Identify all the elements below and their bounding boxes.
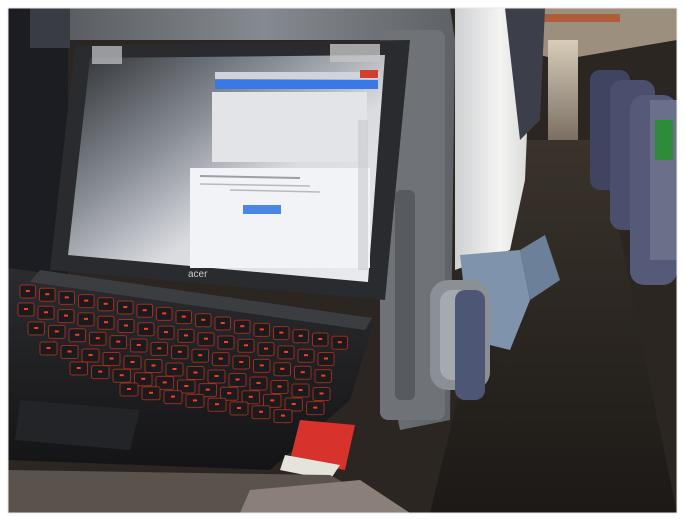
key-glyph-glow xyxy=(130,361,135,363)
key-glyph-glow xyxy=(193,399,197,402)
key-glyph-glow xyxy=(280,367,285,370)
key-glyph-glow xyxy=(204,337,208,340)
key-glyph-glow xyxy=(304,354,308,357)
key-glyph-glow xyxy=(259,328,264,331)
key-glyph-glow xyxy=(237,407,241,409)
key-glyph-glow xyxy=(291,403,296,405)
key-glyph-glow xyxy=(298,389,303,391)
key-glyph-glow xyxy=(248,395,253,398)
key-glyph-glow xyxy=(235,378,240,381)
browser-accent-bar xyxy=(215,80,378,89)
key-glyph-glow xyxy=(34,327,39,329)
key-glyph-glow xyxy=(162,381,167,384)
key-glyph-glow xyxy=(64,314,68,317)
key-glyph-glow xyxy=(220,322,225,324)
key-glyph-glow xyxy=(44,311,48,314)
key-glyph-glow xyxy=(136,344,141,346)
key-glyph-glow xyxy=(215,403,219,406)
key-glyph-glow xyxy=(127,388,131,390)
key-glyph-glow xyxy=(164,331,168,334)
key-glyph-glow xyxy=(157,347,162,350)
key-glyph-glow xyxy=(67,350,72,353)
key-glyph-glow xyxy=(298,334,303,337)
key-glyph-glow xyxy=(171,395,175,398)
key-glyph-glow xyxy=(109,357,114,360)
key-glyph-glow xyxy=(256,382,261,384)
key-glyph-glow xyxy=(64,296,69,299)
key-glyph-glow xyxy=(104,321,108,324)
key-glyph-glow xyxy=(318,338,323,340)
key-glyph-glow xyxy=(193,371,198,374)
key-glyph-glow xyxy=(281,414,285,417)
key-glyph-glow xyxy=(198,354,203,357)
key-glyph-glow xyxy=(227,392,232,395)
key-glyph-glow xyxy=(95,337,100,340)
key-glyph-glow xyxy=(119,374,124,377)
key-glyph-glow xyxy=(116,340,121,343)
key-glyph-glow xyxy=(214,375,219,377)
key-glyph-glow xyxy=(319,392,324,395)
key-glyph-glow xyxy=(184,334,188,337)
key-glyph-glow xyxy=(313,406,318,409)
key-glyph-glow xyxy=(218,357,223,360)
key-glyph-glow xyxy=(25,290,30,292)
key-glyph-glow xyxy=(144,327,148,330)
key-glyph-glow xyxy=(284,350,288,353)
key-glyph-glow xyxy=(259,410,263,413)
key-glyph-glow xyxy=(88,354,93,356)
key-glyph-glow xyxy=(244,344,248,347)
dialog-button xyxy=(243,205,281,214)
key-glyph-glow xyxy=(259,364,264,367)
key-glyph-glow xyxy=(142,309,147,312)
key-glyph-glow xyxy=(300,371,305,374)
key-glyph-glow xyxy=(98,370,103,373)
key-glyph-glow xyxy=(184,385,189,387)
laptop-screen xyxy=(190,70,380,270)
key-glyph-glow xyxy=(270,399,275,402)
key-glyph-glow xyxy=(201,318,206,321)
acer-logo: acer xyxy=(188,269,208,280)
key-glyph-glow xyxy=(124,324,128,327)
key-glyph-glow xyxy=(45,293,50,296)
key-glyph-glow xyxy=(205,388,210,391)
key-glyph-glow xyxy=(141,377,146,380)
key-glyph-glow xyxy=(46,347,51,349)
key-glyph-glow xyxy=(123,306,128,308)
key-glyph-glow xyxy=(162,312,167,315)
key-glyph-glow xyxy=(240,325,245,328)
photo-scene: acer xyxy=(0,0,685,521)
key-glyph-glow xyxy=(264,347,268,350)
key-glyph-glow xyxy=(277,385,282,388)
key-glyph-glow xyxy=(321,374,326,377)
key-glyph-glow xyxy=(239,361,244,363)
key-glyph-glow xyxy=(279,331,284,334)
key-glyph-glow xyxy=(172,368,177,370)
key-glyph-glow xyxy=(54,330,59,333)
key-glyph-glow xyxy=(224,341,228,343)
key-glyph-glow xyxy=(24,308,28,310)
key-glyph-glow xyxy=(177,350,182,353)
key-glyph-glow xyxy=(75,333,80,336)
key-glyph-glow xyxy=(337,341,342,344)
key-glyph-glow xyxy=(149,391,153,394)
key-glyph-glow xyxy=(76,367,81,369)
key-glyph-glow xyxy=(84,299,89,302)
key-glyph-glow xyxy=(151,364,156,367)
key-glyph-glow xyxy=(103,302,108,305)
key-glyph-glow xyxy=(181,315,186,318)
key-glyph-glow xyxy=(84,317,88,320)
key-glyph-glow xyxy=(324,357,328,360)
